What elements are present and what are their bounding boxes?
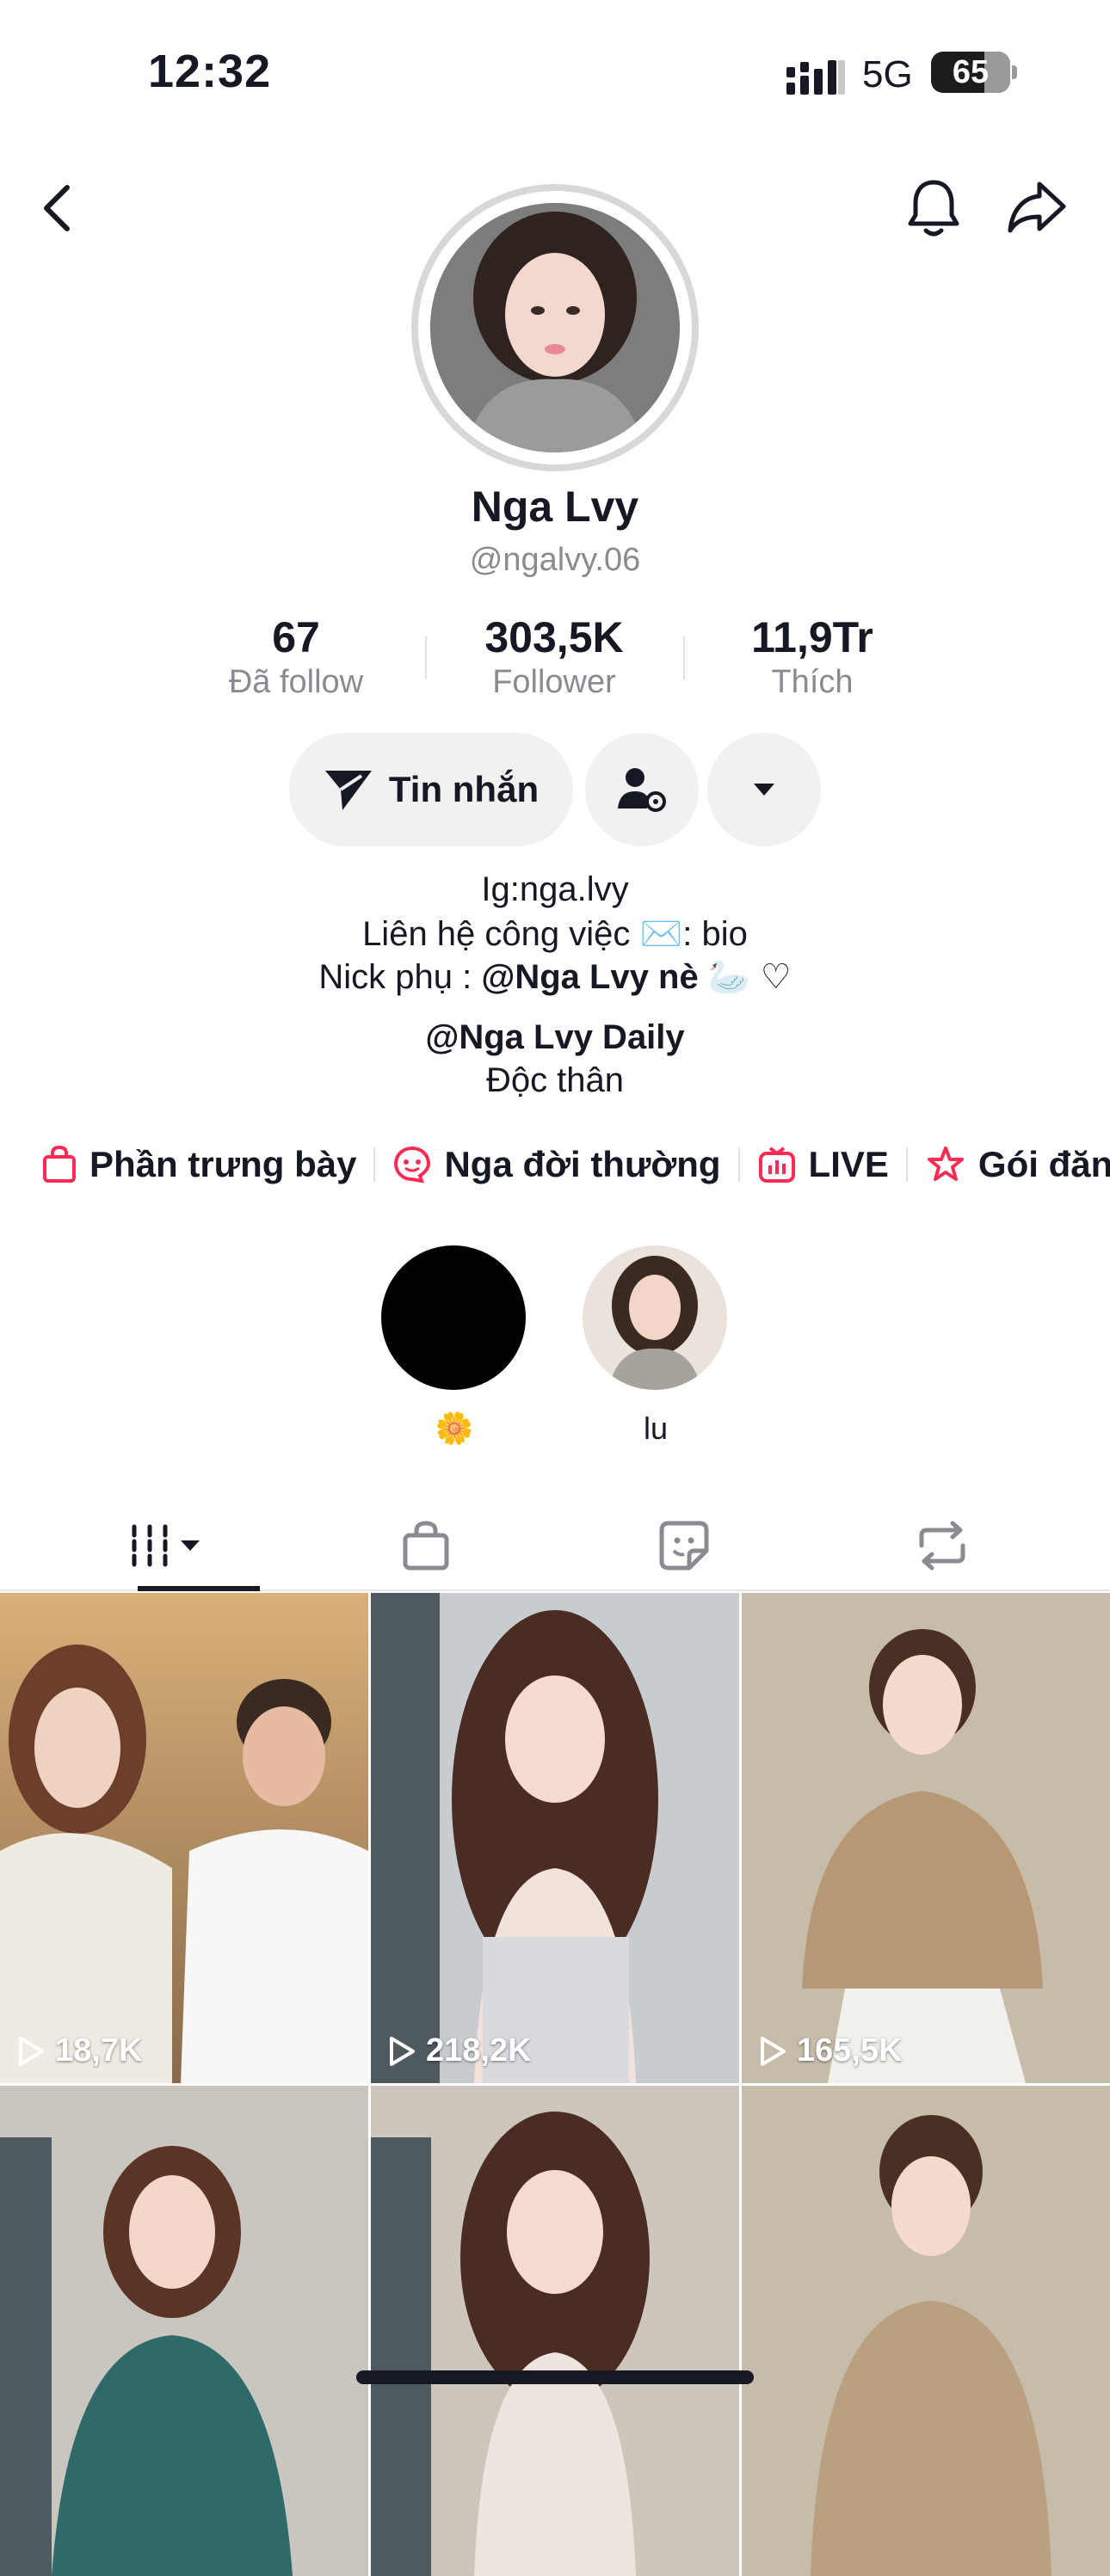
live-tv-icon bbox=[758, 1147, 795, 1183]
battery-nub bbox=[1012, 65, 1017, 79]
message-button[interactable]: Tin nhắn bbox=[289, 733, 573, 846]
profile-name: Nga Lvy bbox=[471, 483, 639, 531]
view-count-value: 165,5K bbox=[797, 2032, 903, 2069]
shopping-bag-icon bbox=[403, 1521, 449, 1571]
battery-indicator: 65 bbox=[931, 52, 1010, 93]
content-tabs bbox=[0, 1502, 1110, 1591]
highlight-item[interactable]: lu bbox=[583, 1245, 729, 1447]
video-thumbnail[interactable] bbox=[0, 2086, 368, 2576]
stat-followers-label: Follower bbox=[492, 664, 616, 700]
video-thumbnail-image bbox=[0, 2086, 368, 2576]
more-options-button[interactable] bbox=[707, 733, 821, 846]
highlight-photo bbox=[583, 1245, 727, 1390]
play-icon bbox=[761, 2036, 786, 2066]
view-count-value: 218,2K bbox=[426, 2032, 532, 2069]
share-icon[interactable] bbox=[1005, 179, 1069, 236]
stat-following[interactable]: 67 Đã follow bbox=[184, 612, 408, 701]
link-label: LIVE bbox=[808, 1144, 889, 1184]
video-thumbnail[interactable]: 218,2K bbox=[371, 1593, 739, 2083]
status-time: 12:32 bbox=[148, 46, 272, 97]
highlight-cover bbox=[381, 1245, 526, 1390]
quick-links-row: Phần trưng bày Nga đời thường LIVE Gói đ… bbox=[41, 1144, 1110, 1185]
grid-columns-icon bbox=[132, 1524, 200, 1567]
cellular-signal-icon bbox=[786, 60, 845, 95]
video-thumbnail[interactable] bbox=[371, 2086, 739, 2576]
link-live[interactable]: LIVE bbox=[757, 1144, 889, 1185]
network-type: 5G bbox=[862, 53, 913, 95]
link-daily[interactable]: Nga đời thường bbox=[392, 1144, 721, 1185]
tab-repost[interactable] bbox=[804, 1502, 1081, 1589]
stat-divider bbox=[683, 636, 685, 679]
video-thumbnail-image bbox=[371, 2086, 739, 2576]
video-thumbnail[interactable]: 165,5K bbox=[742, 1593, 1110, 2083]
video-thumbnail[interactable]: 18,7K bbox=[0, 1593, 368, 2083]
tab-reposts[interactable] bbox=[546, 1502, 823, 1589]
bio-mention-link[interactable]: @Nga Lvy Daily bbox=[0, 1018, 1110, 1057]
stat-likes[interactable]: 11,9Tr Thích bbox=[700, 612, 924, 701]
highlight-cover bbox=[583, 1245, 727, 1390]
play-icon bbox=[390, 2036, 415, 2066]
stat-following-label: Đã follow bbox=[228, 664, 364, 700]
link-label: Nga đời thường bbox=[444, 1144, 721, 1184]
view-count-value: 18,7K bbox=[55, 2032, 143, 2069]
video-thumbnail-image bbox=[0, 1593, 368, 2083]
video-thumbnail-image bbox=[742, 1593, 1110, 2083]
bio-line: Ig:nga.lvy bbox=[481, 870, 629, 908]
bio-line: Nick phụ : @Nga Lvy nè 🦢 ♡ bbox=[0, 956, 1110, 997]
link-label: Gói đăn bbox=[977, 1144, 1110, 1184]
bell-icon[interactable] bbox=[903, 177, 964, 239]
stat-following-value: 67 bbox=[272, 613, 320, 661]
video-thumbnail[interactable] bbox=[742, 2086, 1110, 2576]
view-count: 165,5K bbox=[759, 2032, 903, 2069]
video-thumbnail-image bbox=[742, 2086, 1110, 2576]
tab-videos[interactable] bbox=[29, 1502, 306, 1591]
link-showcase[interactable]: Phần trưng bày bbox=[41, 1144, 356, 1185]
home-indicator[interactable] bbox=[356, 2370, 754, 2384]
stat-followers-value: 303,5K bbox=[484, 613, 624, 661]
bio-text: 🦢 ♡ bbox=[698, 958, 792, 996]
stat-followers[interactable]: 303,5K Follower bbox=[442, 612, 666, 701]
caret-down-icon bbox=[754, 784, 774, 796]
link-divider bbox=[373, 1147, 376, 1182]
view-count: 218,2K bbox=[388, 2032, 532, 2069]
message-button-label: Tin nhắn bbox=[388, 769, 540, 809]
bio-line: Độc thân bbox=[485, 1061, 625, 1099]
bio-mention-link[interactable]: @Nga Lvy nè bbox=[481, 958, 698, 996]
video-thumbnail-image bbox=[371, 1593, 739, 2083]
shopping-bag-icon bbox=[43, 1145, 76, 1183]
stat-divider bbox=[425, 636, 427, 679]
subscription-star-icon bbox=[927, 1147, 964, 1181]
highlight-item[interactable]: 🌼 bbox=[381, 1245, 527, 1447]
friend-settings-button[interactable] bbox=[585, 733, 699, 846]
play-icon bbox=[19, 2036, 44, 2066]
link-divider bbox=[737, 1147, 740, 1182]
link-label: Phần trưng bày bbox=[89, 1144, 357, 1184]
bio-text: Nick phụ : bbox=[318, 958, 482, 996]
avatar[interactable] bbox=[430, 203, 680, 452]
tab-shop[interactable] bbox=[287, 1502, 564, 1589]
stat-likes-value: 11,9Tr bbox=[751, 613, 873, 661]
stat-likes-label: Thích bbox=[771, 664, 854, 700]
battery-level: 65 bbox=[952, 54, 990, 90]
bio-line: Liên hệ công việc ✉️: bio bbox=[362, 915, 748, 953]
avatar-photo bbox=[430, 203, 680, 452]
sticker-icon bbox=[659, 1521, 709, 1571]
back-icon[interactable] bbox=[36, 182, 79, 234]
link-subscription[interactable]: Gói đăn bbox=[925, 1144, 1110, 1185]
highlight-label: 🌼 bbox=[435, 1411, 474, 1446]
active-tab-indicator bbox=[138, 1586, 260, 1591]
link-divider bbox=[905, 1147, 908, 1182]
highlight-label: lu bbox=[643, 1411, 669, 1446]
send-icon bbox=[324, 771, 372, 810]
smiley-bubble-icon bbox=[394, 1146, 431, 1183]
view-count: 18,7K bbox=[17, 2032, 142, 2069]
user-settings-icon bbox=[618, 768, 666, 812]
profile-handle: @ngalvy.06 bbox=[469, 542, 641, 578]
repost-icon bbox=[919, 1521, 965, 1571]
